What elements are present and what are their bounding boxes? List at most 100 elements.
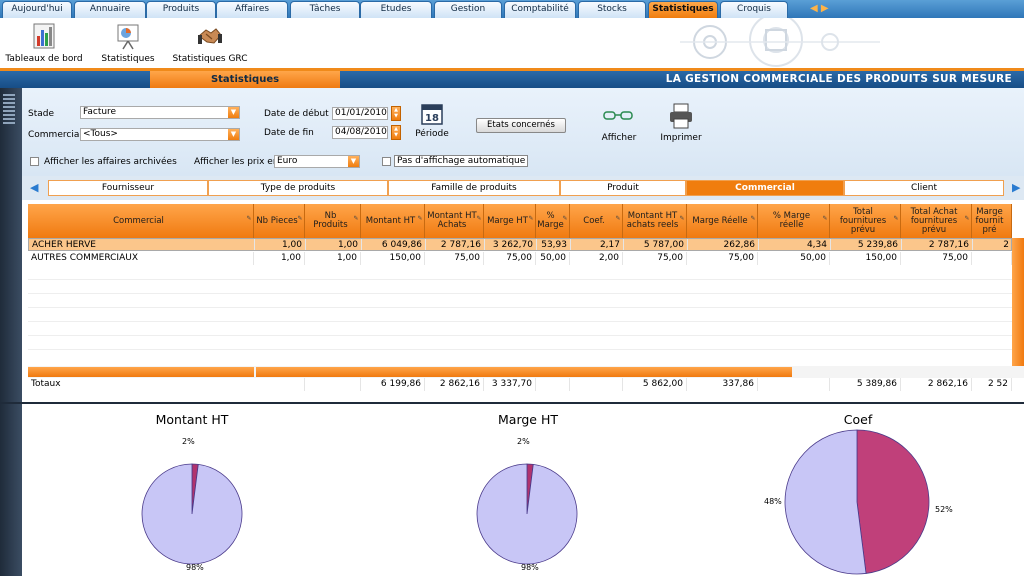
col-pct-marge[interactable]: % Marge ✎ <box>536 204 570 238</box>
date-end-spinner[interactable]: ▲ ▼ <box>391 125 401 140</box>
pie-slice-label: 98% <box>521 563 539 572</box>
grouping-tab-strip: ◀ Fournisseur Type de produits Famille d… <box>22 176 1024 200</box>
tab-etudes[interactable]: Etudes <box>360 1 432 18</box>
date-start-field[interactable]: 01/01/2010 <box>332 107 388 120</box>
filter-panel: Stade Facture ▼ Commercial <Tous> ▼ Date… <box>22 88 1024 176</box>
section-title-bar: Statistiques LA GESTION COMMERCIALE DES … <box>0 71 1024 88</box>
table-row[interactable]: ACHER HERVE 1,00 1,00 6 049,86 2 787,16 … <box>28 238 1012 251</box>
date-start-label: Date de début <box>264 109 329 119</box>
tab-aujourdhui[interactable]: Aujourd'hui <box>2 1 72 18</box>
filter-pin-icon: ✎ <box>615 215 621 222</box>
printer-icon <box>670 103 692 129</box>
section-title: Statistiques <box>150 71 340 88</box>
prices-currency-select[interactable]: Euro ▼ <box>274 155 360 168</box>
col-marge-fournitures-prevu[interactable]: Marge fournit pré <box>972 204 1012 238</box>
scrollbar-thumb[interactable] <box>256 367 792 377</box>
filter-pin-icon: ✎ <box>562 215 568 222</box>
col-coef[interactable]: Coef. ✎ <box>570 204 623 238</box>
grid-vertical-scrollbar[interactable] <box>1012 238 1024 366</box>
grc-statistics-label: Statistiques GRC <box>172 54 248 64</box>
prices-label: Afficher les prix en <box>194 157 279 167</box>
tab-stocks[interactable]: Stocks <box>578 1 646 18</box>
subtab-produit[interactable]: Produit <box>560 180 686 196</box>
tab-statistiques[interactable]: Statistiques <box>648 1 718 18</box>
decorative-gears-graphic <box>680 18 880 67</box>
commercial-select[interactable]: <Tous> ▼ <box>80 128 240 141</box>
states-concerned-button[interactable]: Etats concernés <box>476 118 566 133</box>
subtab-famille-produits[interactable]: Famille de produits <box>388 180 560 196</box>
brand-tagline: LA GESTION COMMERCIALE DES PRODUITS SUR … <box>665 73 1012 85</box>
col-nb-pieces[interactable]: Nb Pieces ✎ <box>254 204 305 238</box>
table-row[interactable]: AUTRES COMMERCIAUX 1,00 1,00 150,00 75,0… <box>28 252 1012 265</box>
col-montant-ht-achats-reels[interactable]: Montant HT achats reels ✎ <box>623 204 687 238</box>
pie-slice-label: 2% <box>517 437 530 446</box>
subtab-client[interactable]: Client <box>844 180 1004 196</box>
statistics-grid: Commercial ✎ Nb Pieces ✎ Nb Produits ✎ Mont… <box>28 204 1024 394</box>
chevron-down-icon[interactable]: ▼ <box>228 107 239 118</box>
dashboards-button[interactable]: Tableaux de bord <box>4 22 84 68</box>
tab-gestion[interactable]: Gestion <box>434 1 502 18</box>
period-button[interactable]: 18 Période <box>414 102 450 144</box>
date-end-field[interactable]: 04/08/2010 <box>332 126 388 139</box>
print-button[interactable]: Imprimer <box>656 102 706 146</box>
date-end-label: Date de fin <box>264 128 314 138</box>
filter-pin-icon: ✎ <box>353 215 359 222</box>
glasses-icon <box>603 111 633 120</box>
left-side-strip <box>0 88 22 576</box>
archived-checkbox[interactable] <box>30 157 39 166</box>
filter-pin-icon: ✎ <box>750 215 756 222</box>
chevron-right-icon[interactable]: ▶ <box>1012 181 1020 194</box>
statistics-label: Statistiques <box>101 54 155 64</box>
filter-pin-icon: ✎ <box>528 215 534 222</box>
pie-slice <box>141 463 243 565</box>
tab-scroll-arrows[interactable]: ◀ ▶ <box>810 2 834 16</box>
tab-produits[interactable]: Produits <box>146 1 216 18</box>
subtab-type-produits[interactable]: Type de produits <box>208 180 388 196</box>
subtab-fournisseur[interactable]: Fournisseur <box>48 180 208 196</box>
col-commercial[interactable]: Commercial ✎ <box>28 204 254 238</box>
tab-scroll-left-icon[interactable]: ◀ <box>810 3 818 14</box>
tab-annuaire[interactable]: Annuaire <box>74 1 146 18</box>
totals-row: Totaux 6 199,86 2 862,16 3 337,70 5 862,… <box>28 378 1024 391</box>
pie-slice-label: 98% <box>186 563 204 572</box>
stade-select[interactable]: Facture ▼ <box>80 106 240 119</box>
col-marge-reelle[interactable]: Marge Réelle ✎ <box>687 204 758 238</box>
statistics-button[interactable]: Statistiques <box>88 22 168 68</box>
stade-value: Facture <box>83 107 117 117</box>
tab-croquis[interactable]: Croquis <box>720 1 788 18</box>
col-nb-produits[interactable]: Nb Produits ✎ <box>305 204 361 238</box>
subtab-commercial[interactable]: Commercial <box>686 180 844 196</box>
col-total-achat-fournitures-prevu[interactable]: Total Achat fournitures prévu ✎ <box>901 204 972 238</box>
pie-slice <box>856 429 930 574</box>
col-montant-ht-achats[interactable]: Montant HT Achats ✎ <box>425 204 484 238</box>
chevron-down-icon[interactable]: ▼ <box>348 156 359 167</box>
chevron-left-icon[interactable]: ◀ <box>30 181 38 194</box>
no-auto-display-label: Pas d'affichage automatique <box>394 155 529 167</box>
grid-header: Commercial ✎ Nb Pieces ✎ Nb Produits ✎ Mont… <box>28 204 1012 238</box>
filter-pin-icon: ✎ <box>246 215 252 222</box>
date-start-spinner[interactable]: ▲ ▼ <box>391 106 401 121</box>
toolbar: Tableaux de bord Statistiques Statistiqu… <box>0 18 1024 68</box>
filter-pin-icon: ✎ <box>893 215 899 222</box>
statistics-board-icon <box>117 24 139 50</box>
no-auto-display-checkbox[interactable] <box>382 157 391 166</box>
col-pct-marge-reelle[interactable]: % Marge réelle ✎ <box>758 204 830 238</box>
col-total-fournitures-prevu[interactable]: Total fournitures prévu ✎ <box>830 204 901 238</box>
tab-taches[interactable]: Tâches <box>290 1 360 18</box>
show-button[interactable]: Afficher <box>596 106 642 146</box>
tab-affaires[interactable]: Affaires <box>216 1 288 18</box>
grc-statistics-button[interactable]: Statistiques GRC <box>170 22 250 68</box>
tab-scroll-right-icon[interactable]: ▶ <box>821 3 829 14</box>
print-label: Imprimer <box>660 133 702 143</box>
pie-slice-label: 52% <box>935 505 953 514</box>
app-window: Aujourd'hui Annuaire Produits Affaires T… <box>0 0 1024 576</box>
col-montant-ht[interactable]: Montant HT ✎ <box>361 204 425 238</box>
filter-pin-icon: ✎ <box>476 215 482 222</box>
chevron-down-icon[interactable]: ▼ <box>228 129 239 140</box>
calendar-day: 18 <box>425 113 439 124</box>
period-label: Période <box>415 129 449 139</box>
col-marge-ht[interactable]: Marge HT ✎ <box>484 204 536 238</box>
tab-comptabilite[interactable]: Comptabilité <box>504 1 576 18</box>
grid-horizontal-scrollbar[interactable] <box>28 366 1024 378</box>
pie-slice-label: 48% <box>764 497 782 506</box>
